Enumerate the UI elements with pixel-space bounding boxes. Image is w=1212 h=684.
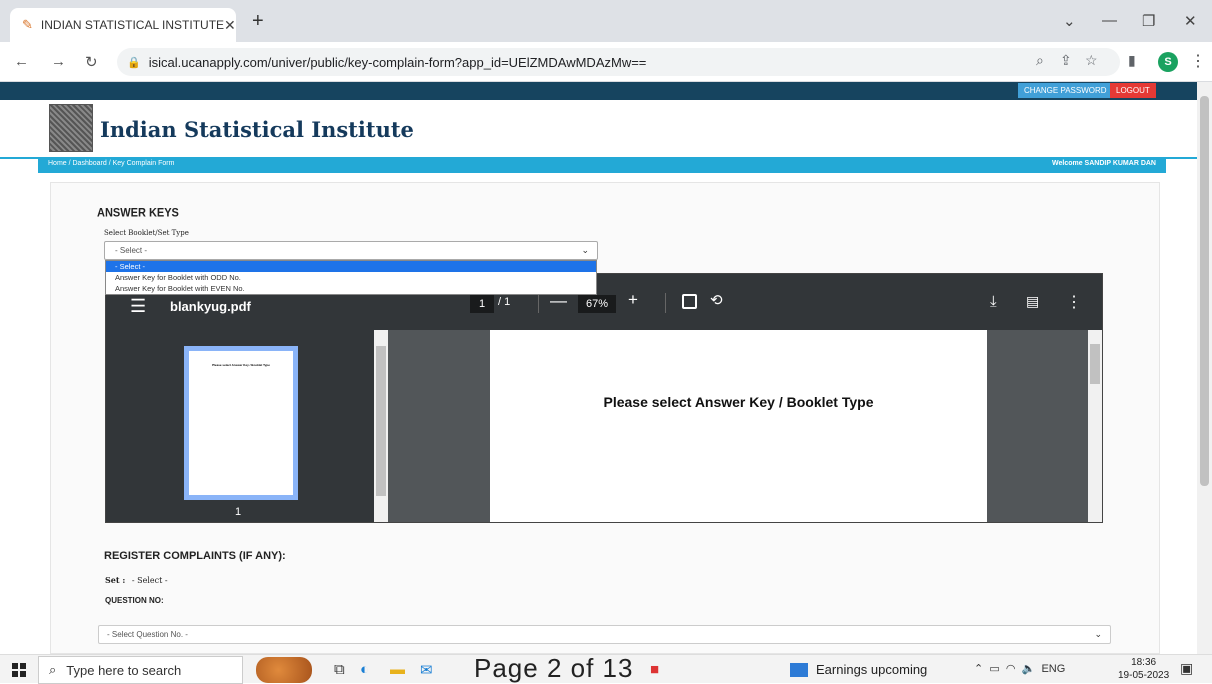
minimize-icon[interactable]: — [1102, 12, 1117, 29]
tab-title: INDIAN STATISTICAL INSTITUTE [40, 18, 225, 32]
chevron-down-icon: ⌄ [581, 245, 589, 255]
notifications-icon[interactable]: ▣ [1180, 660, 1193, 677]
pdf-zoom-input[interactable]: 67% [578, 295, 616, 313]
side-panel-icon[interactable]: ▮ [1128, 52, 1136, 69]
booklet-dropdown-list: - Select - Answer Key for Booklet with O… [105, 260, 597, 295]
change-password-button[interactable]: CHANGE PASSWORD [1018, 83, 1113, 98]
answer-keys-heading: ANSWER KEYS [97, 206, 179, 220]
booklet-type-select[interactable]: - Select - ⌄ [104, 241, 598, 260]
share-icon[interactable]: ⇪ [1060, 52, 1072, 69]
welcome-text: Welcome SANDIP KUMAR DAN [1052, 160, 1156, 167]
sidebar-scrollbar-thumb[interactable] [376, 346, 386, 496]
pdf-more-icon[interactable]: ⋮ [1066, 292, 1082, 312]
mail-icon[interactable]: ✉ [420, 661, 433, 679]
pdf-page: Please select Answer Key / Booklet Type [490, 330, 987, 522]
pdf-page-input[interactable]: 1 [470, 295, 494, 313]
tray-chevron-icon[interactable]: ⌃ [974, 663, 983, 675]
zoom-in-icon[interactable]: + [628, 290, 638, 310]
set-row: Set : - Select - [105, 575, 168, 585]
taskbar-clock[interactable]: 18:36 19-05-2023 [1118, 656, 1169, 682]
rotate-icon[interactable]: ⟲ [710, 291, 723, 309]
bookmark-star-icon[interactable]: ☆ [1085, 52, 1098, 69]
language-indicator[interactable]: ENG [1041, 663, 1065, 675]
search-icon: ⌕ [49, 662, 57, 677]
file-explorer-icon[interactable]: ▬ [390, 661, 405, 678]
app-icon[interactable]: ■ [650, 661, 659, 678]
institute-logo [49, 104, 93, 152]
logout-button[interactable]: LOGOUT [1110, 83, 1156, 98]
toolbar-divider [538, 293, 539, 313]
earnings-text: Earnings upcoming [816, 662, 928, 677]
clock-time: 18:36 [1131, 657, 1157, 668]
lock-icon: 🔒 [127, 56, 141, 69]
register-complaints-heading: REGISTER COMPLAINTS (IF ANY): [104, 550, 286, 562]
pdf-menu-icon[interactable]: ☰ [130, 296, 146, 317]
pdf-page-thumbnail[interactable]: Please select Answer Key / Booklet Type [184, 346, 298, 500]
wifi-icon[interactable]: ◠ [1006, 663, 1016, 675]
site-title: Indian Statistical Institute [100, 117, 414, 142]
url-text: isical.ucanapply.com/univer/public/key-c… [148, 54, 647, 70]
close-tab-icon[interactable]: ✕ [224, 17, 236, 34]
search-highlight-image[interactable] [256, 657, 312, 683]
thumbnail-page-number: 1 [235, 506, 242, 518]
reload-icon[interactable]: ↻ [85, 53, 98, 71]
earnings-widget[interactable]: Earnings upcoming [790, 662, 927, 677]
taskbar-search[interactable]: ⌕ Type here to search [38, 656, 243, 684]
dropdown-option[interactable]: Answer Key for Booklet with ODD No. [106, 272, 596, 283]
thumbnail-text: Please select Answer Key / Booklet Type [212, 363, 270, 367]
browser-menu-icon[interactable]: ⋮ [1190, 51, 1206, 71]
question-select-value: - Select Question No. - [107, 630, 188, 639]
breadcrumb[interactable]: Home / Dashboard / Key Complain Form [48, 160, 174, 167]
stocks-icon [790, 662, 808, 677]
download-icon[interactable]: ⤓ [990, 293, 997, 310]
volume-icon[interactable]: 🔈 [1022, 663, 1036, 675]
fit-page-icon[interactable] [682, 294, 697, 309]
close-window-icon[interactable]: ✕ [1184, 12, 1197, 30]
zoom-icon[interactable]: ⌕ [1036, 52, 1044, 69]
back-icon[interactable]: ← [14, 53, 29, 70]
page-scrollbar-thumb[interactable] [1200, 96, 1209, 486]
set-value: - Select - [131, 576, 168, 585]
pdf-page-total: / 1 [498, 296, 511, 308]
profile-avatar[interactable]: S [1158, 52, 1178, 72]
edge-icon[interactable]: ◐ [360, 661, 369, 678]
task-view-icon[interactable]: ⧉ [334, 661, 345, 678]
address-toolbar: ← → ↻ 🔒 isical.ucanapply.com/univer/publ… [0, 42, 1212, 82]
new-tab-icon[interactable]: + [252, 10, 264, 33]
site-favicon-icon: ✎ [22, 17, 33, 32]
maximize-icon[interactable]: ❐ [1142, 12, 1155, 30]
windows-start-icon[interactable] [12, 663, 26, 677]
pdf-message: Please select Answer Key / Booklet Type [603, 394, 874, 410]
print-icon[interactable]: ▤ [1026, 293, 1039, 310]
system-tray[interactable]: ⌃ ▭ ◠ 🔈 ENG [974, 662, 1065, 675]
browser-tab-bar: ✎ INDIAN STATISTICAL INSTITUTE ✕ + ⌄ — ❐… [0, 0, 1212, 42]
toolbar-divider [665, 293, 666, 313]
page-counter-overlay: Page 2 of 13 [474, 653, 634, 683]
taskbar-search-placeholder: Type here to search [66, 662, 182, 678]
pdf-viewer[interactable]: ☰ blankyug.pdf 1 / 1 — 67% + ⟲ ⤓ ▤ ⋮ Ple… [105, 273, 1103, 523]
browser-tab[interactable]: ✎ INDIAN STATISTICAL INSTITUTE ✕ [10, 8, 236, 42]
chevron-down-icon: ⌄ [1094, 629, 1102, 639]
clock-date: 19-05-2023 [1118, 670, 1170, 681]
tab-search-icon[interactable]: ⌄ [1063, 12, 1076, 30]
url-bar[interactable]: 🔒 isical.ucanapply.com/univer/public/key… [117, 48, 1120, 76]
question-no-select[interactable]: - Select Question No. - ⌄ [98, 625, 1111, 644]
pdf-scrollbar-thumb[interactable] [1090, 344, 1100, 384]
battery-icon[interactable]: ▭ [989, 663, 999, 675]
dropdown-option[interactable]: Answer Key for Booklet with EVEN No. [106, 283, 596, 294]
set-label: Set : [105, 575, 126, 585]
booklet-select-value: - Select - [115, 246, 148, 255]
question-no-label: QUESTION NO: [105, 596, 164, 605]
dropdown-option[interactable]: - Select - [106, 261, 596, 272]
booklet-select-label: Select Booklet/Set Type [104, 229, 189, 237]
pdf-filename: blankyug.pdf [170, 299, 251, 314]
forward-icon[interactable]: → [51, 53, 66, 70]
breadcrumb-bar [38, 159, 1166, 173]
pdf-thumbnail-sidebar: Please select Answer Key / Booklet Type … [106, 330, 374, 522]
